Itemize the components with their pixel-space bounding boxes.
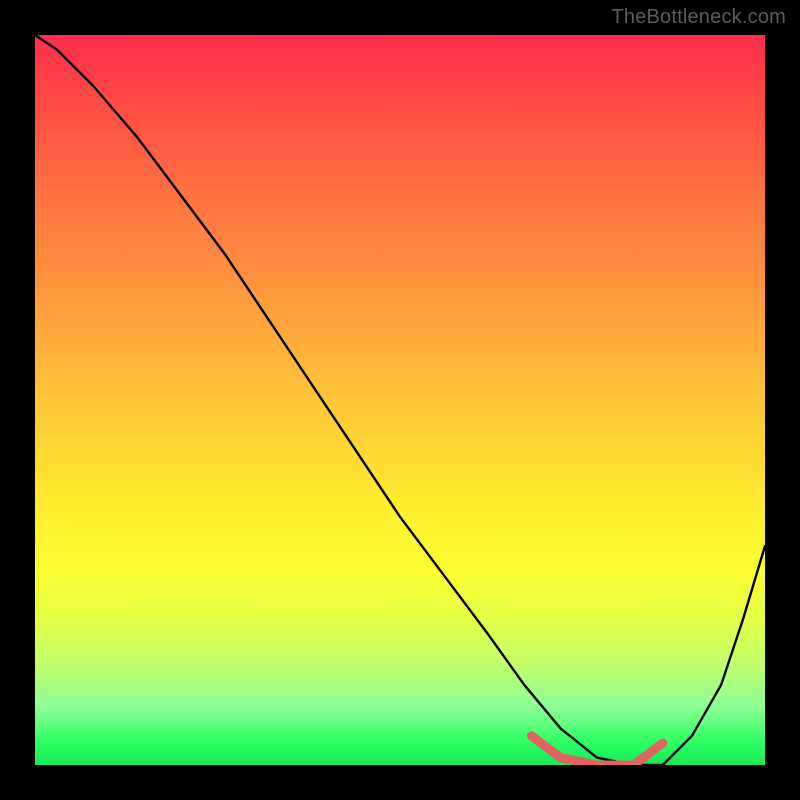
chart-background-gradient xyxy=(35,35,765,765)
bottleneck-curve xyxy=(35,35,765,765)
chart-svg xyxy=(35,35,765,765)
optimal-range-highlight xyxy=(531,736,662,765)
watermark-text: TheBottleneck.com xyxy=(611,6,786,29)
